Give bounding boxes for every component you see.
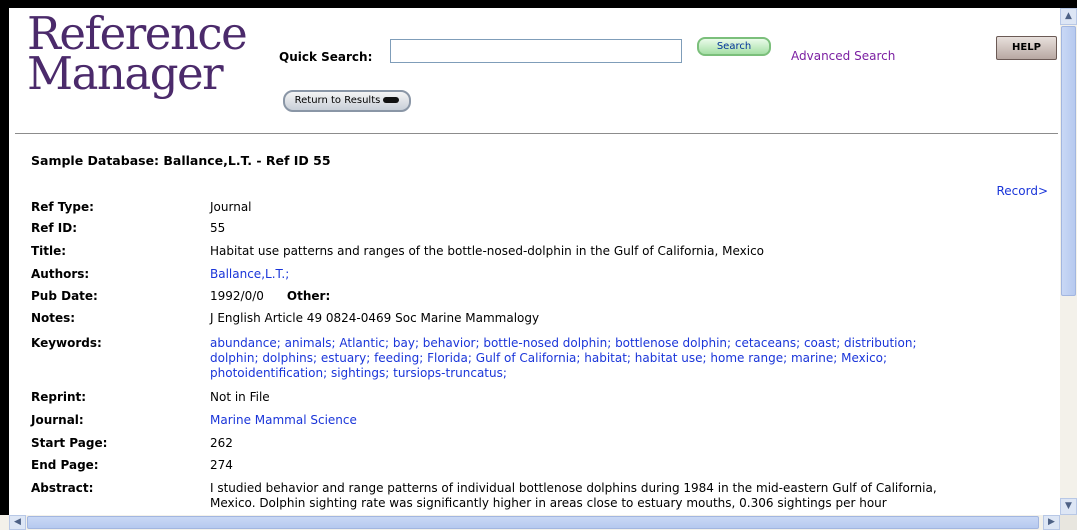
- quick-search-input[interactable]: [390, 39, 682, 63]
- journal-link[interactable]: Marine Mammal Science: [210, 413, 357, 427]
- field-value: Journal: [210, 200, 252, 214]
- field-value: abundance; animals; Atlantic; bay; behav…: [210, 336, 1045, 381]
- field-value: Not in File: [210, 390, 270, 404]
- pub-date-value: 1992/0/0: [210, 289, 264, 303]
- horizontal-scroll-thumb[interactable]: [27, 516, 1039, 529]
- field-value: Marine Mammal Science: [210, 413, 1045, 428]
- field-value: I studied behavior and range patterns of…: [210, 481, 1045, 511]
- field-label: Journal:: [31, 413, 84, 427]
- field-label: Pub Date:: [31, 289, 98, 303]
- field-value: Habitat use patterns and ranges of the b…: [210, 244, 765, 258]
- keywords-line-3[interactable]: photoidentification; sightings; tursiops…: [210, 366, 1045, 381]
- field-value: 274: [210, 458, 233, 472]
- header-divider: [15, 133, 1058, 134]
- field-label: Ref Type:: [31, 200, 94, 214]
- field-label: Authors:: [31, 267, 90, 281]
- horizontal-scrollbar[interactable]: ◀ ▶: [0, 515, 1060, 530]
- other-label: Other:: [286, 289, 331, 303]
- search-button[interactable]: Search: [697, 37, 771, 56]
- logo-line-2: Manager: [27, 47, 224, 100]
- page-content: Reference Manager Quick Search: Search A…: [9, 8, 1060, 515]
- field-label: Keywords:: [31, 336, 102, 350]
- field-label: Ref ID:: [31, 221, 78, 235]
- record-link[interactable]: Record>: [996, 184, 1048, 198]
- field-value: J English Article 49 0824-0469 Soc Marin…: [210, 311, 540, 325]
- vertical-scroll-thumb[interactable]: [1061, 26, 1076, 296]
- window-frame-top: [0, 0, 1077, 8]
- abstract-line-2: Mexico. Dolphin sighting rate was signif…: [210, 496, 887, 510]
- return-to-results-button[interactable]: Return to Results: [283, 90, 411, 112]
- field-label: Reprint:: [31, 390, 87, 404]
- database-title: Sample Database: Ballance,L.T. - Ref ID …: [31, 153, 331, 168]
- scroll-up-icon[interactable]: ▲: [1060, 8, 1077, 25]
- return-to-results-label: Return to Results: [294, 95, 381, 106]
- scroll-down-icon[interactable]: ▼: [1060, 498, 1077, 515]
- field-label: Start Page:: [31, 436, 108, 450]
- arrow-icon: [383, 97, 400, 103]
- scroll-left-icon[interactable]: ◀: [9, 515, 26, 530]
- field-label: Abstract:: [31, 481, 94, 495]
- abstract-line-1: I studied behavior and range patterns of…: [210, 481, 937, 495]
- quick-search-label: Quick Search:: [279, 50, 373, 64]
- author-link[interactable]: Ballance,L.T.;: [210, 267, 289, 281]
- field-value: 262: [210, 436, 233, 450]
- vertical-scrollbar[interactable]: ▲ ▼: [1060, 8, 1077, 515]
- reference-manager-logo: Reference Manager: [27, 11, 248, 100]
- field-value: 55: [210, 221, 226, 235]
- field-value: Ballance,L.T.;: [210, 267, 1045, 282]
- field-label: End Page:: [31, 458, 99, 472]
- advanced-search-link[interactable]: Advanced Search: [791, 49, 895, 63]
- keywords-line-2[interactable]: dolphin; dolphins; estuary; feeding; Flo…: [210, 351, 1045, 366]
- window-frame-left: [0, 0, 9, 530]
- keywords-line-1[interactable]: abundance; animals; Atlantic; bay; behav…: [210, 336, 1045, 351]
- field-value: 1992/0/0 Other:: [210, 289, 1045, 304]
- scrollbar-corner: [1060, 515, 1077, 530]
- field-label: Notes:: [31, 311, 76, 325]
- help-button[interactable]: HELP: [996, 36, 1057, 60]
- scroll-right-icon[interactable]: ▶: [1043, 515, 1060, 530]
- field-label: Title:: [31, 244, 67, 258]
